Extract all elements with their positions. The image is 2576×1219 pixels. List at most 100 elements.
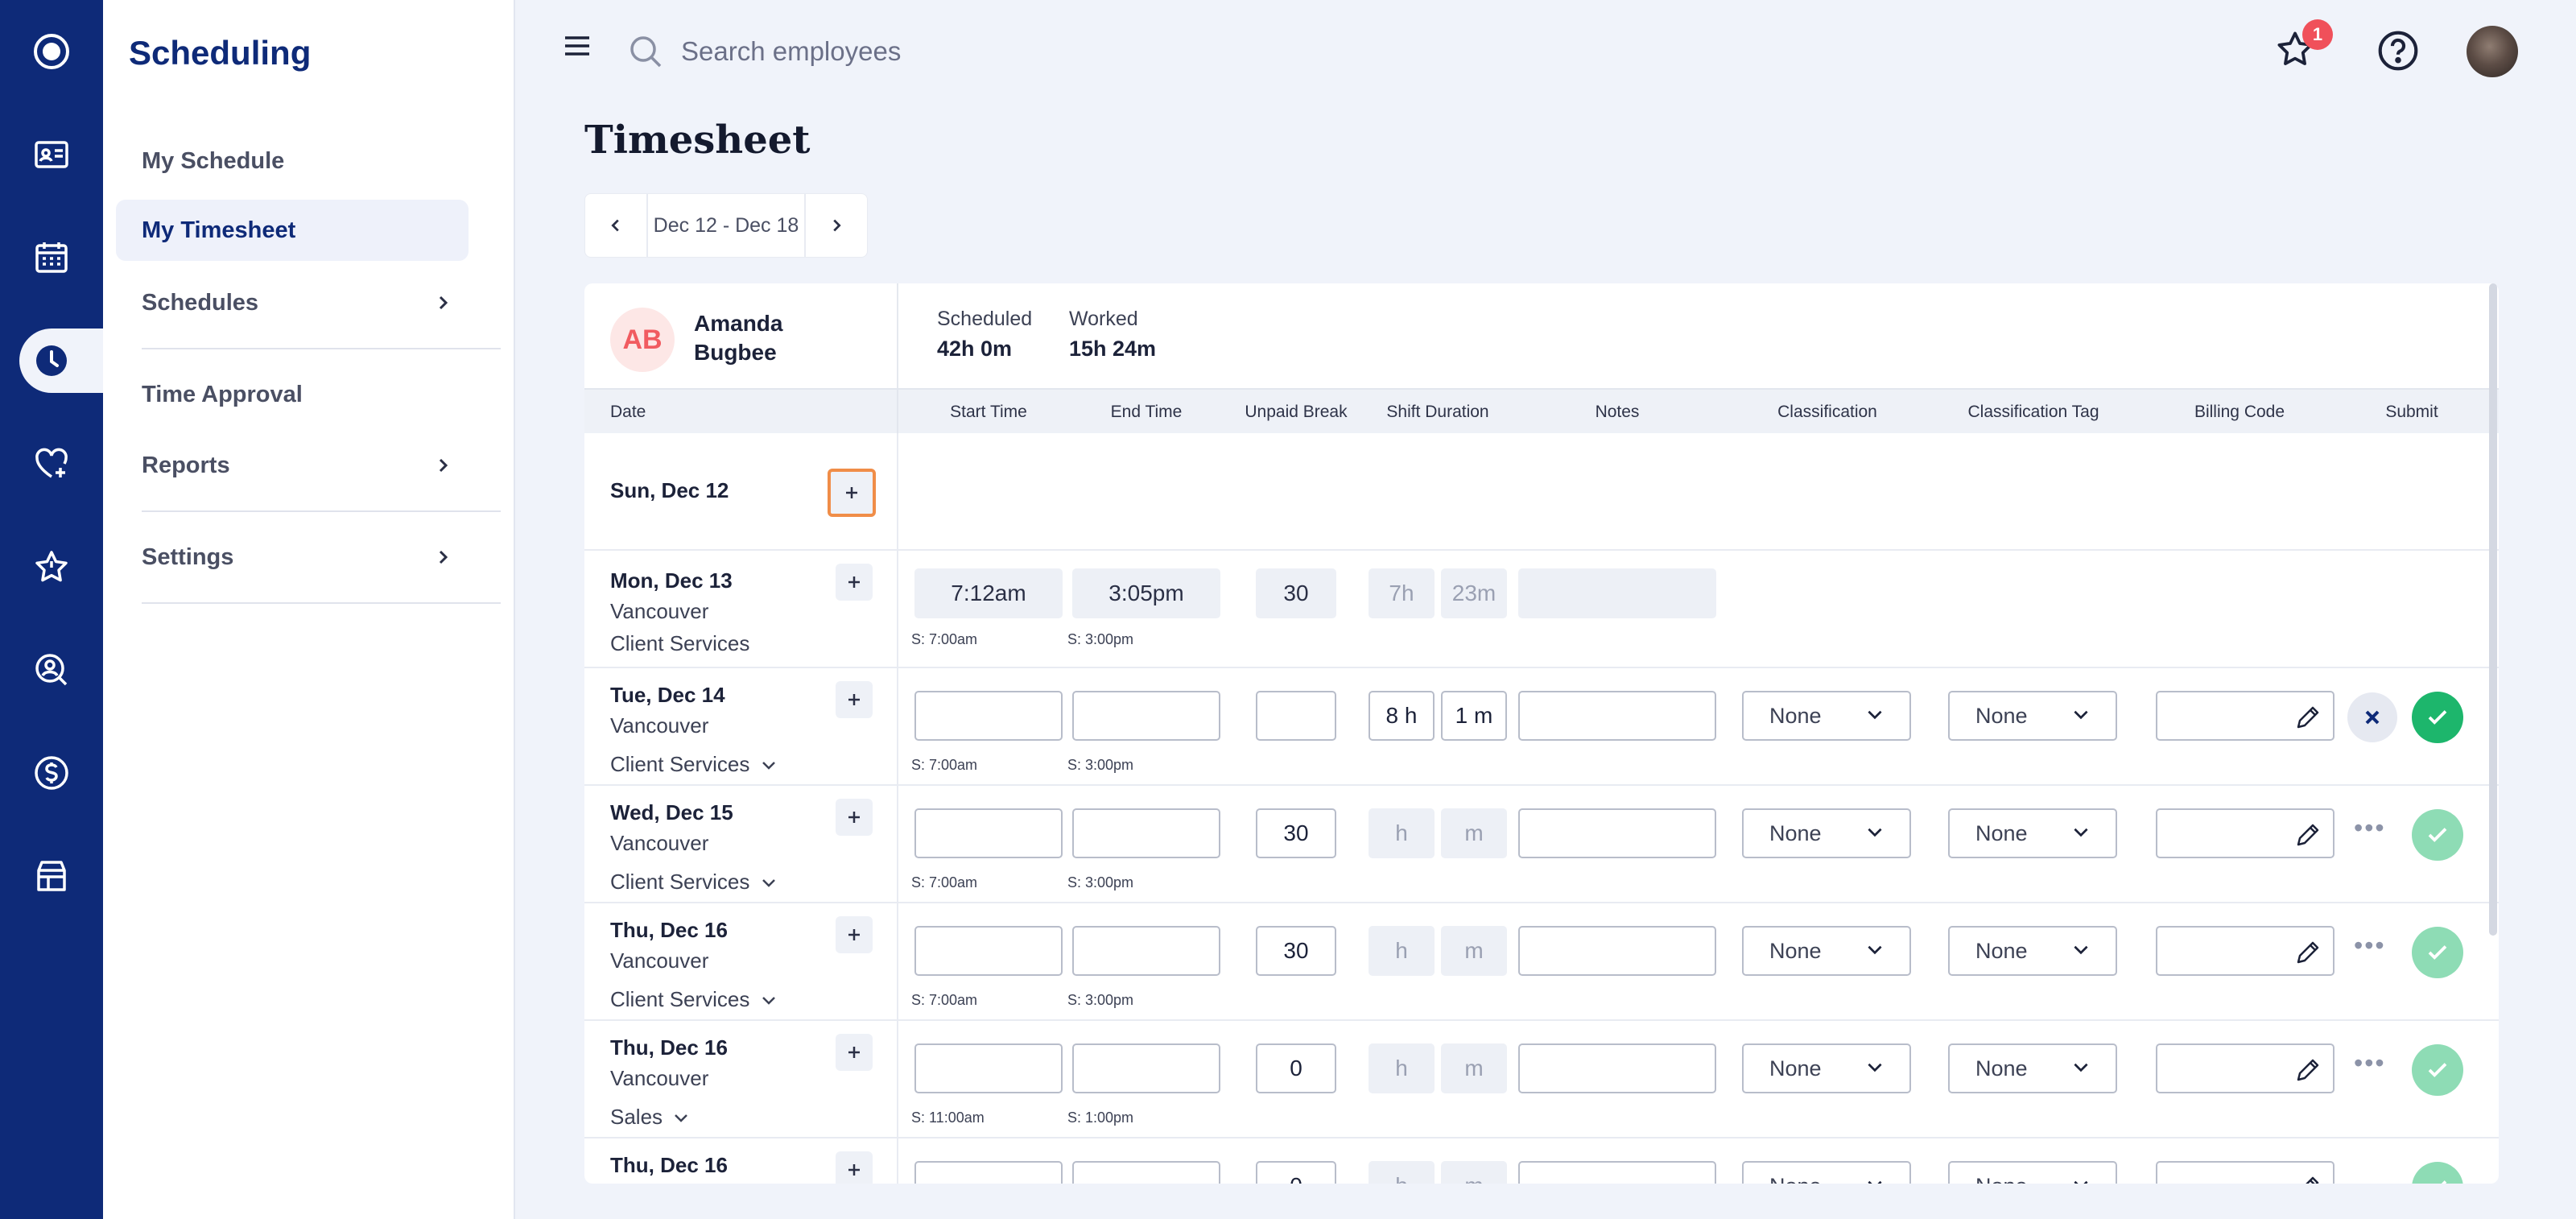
notes-input[interactable] [1518, 1161, 1716, 1184]
nav-item-time-approval[interactable]: Time Approval [116, 364, 469, 425]
more-options-icon[interactable]: ••• [2354, 931, 2386, 961]
heart-plus-icon[interactable] [0, 432, 103, 496]
classification-select[interactable]: None [1742, 691, 1911, 741]
next-week-button[interactable] [806, 193, 867, 258]
submit-entry-button[interactable] [2412, 1044, 2463, 1096]
calendar-icon[interactable] [0, 225, 103, 290]
menu-icon[interactable] [564, 34, 591, 62]
duration-minutes-input[interactable]: 1 m [1441, 691, 1507, 741]
pencil-icon[interactable] [2294, 1056, 2322, 1084]
more-options-icon[interactable]: ••• [2354, 1048, 2386, 1078]
billing-code-input[interactable] [2156, 1043, 2334, 1093]
chevron-down-icon [1868, 1063, 1882, 1072]
store-icon[interactable] [0, 844, 103, 908]
classification-tag-select[interactable]: None [1948, 1043, 2117, 1093]
nav-item-label: Time Approval [142, 381, 303, 407]
end-time-input[interactable] [1072, 808, 1220, 858]
unpaid-break-input[interactable]: 30 [1256, 926, 1336, 976]
row-department-toggle[interactable]: Sales [610, 1105, 689, 1130]
duration-hours-input[interactable]: 8 h [1368, 691, 1435, 741]
add-shift-button[interactable] [836, 681, 873, 718]
end-time-input[interactable] [1072, 926, 1220, 976]
notes-input[interactable] [1518, 926, 1716, 976]
add-shift-button[interactable] [836, 564, 873, 601]
end-time-input[interactable] [1072, 1161, 1220, 1184]
nav-item-my-timesheet[interactable]: My Timesheet [116, 200, 469, 261]
help-icon[interactable] [2376, 29, 2420, 76]
pencil-icon[interactable] [2294, 939, 2322, 966]
chevron-down-icon [2074, 710, 2088, 720]
col-end-time: End Time [1110, 403, 1183, 421]
add-shift-button[interactable] [836, 1151, 873, 1184]
classification-select[interactable]: None [1742, 808, 1911, 858]
unpaid-break-input[interactable] [1256, 691, 1336, 741]
nav-item-my-schedule[interactable]: My Schedule [116, 130, 469, 192]
row-date: Tue, Dec 14 [610, 683, 725, 707]
dollar-icon[interactable] [0, 741, 103, 805]
submit-entry-button[interactable] [2412, 1162, 2463, 1184]
more-options-icon[interactable]: ••• [2354, 813, 2386, 843]
notes-input[interactable] [1518, 1043, 1716, 1093]
plus-icon [848, 929, 860, 940]
date-range-label[interactable]: Dec 12 - Dec 18 [646, 193, 806, 258]
chevron-down-icon [762, 879, 775, 887]
classification-select[interactable]: None [1742, 926, 1911, 976]
date-range-picker: Dec 12 - Dec 18 [584, 193, 868, 258]
add-shift-button[interactable] [828, 469, 876, 517]
cancel-entry-button[interactable] [2347, 692, 2397, 742]
icon-rail [0, 0, 103, 1219]
start-time-input[interactable] [914, 808, 1063, 858]
row-department-toggle[interactable]: Client Services [610, 987, 777, 1012]
submit-entry-button[interactable] [2412, 927, 2463, 978]
pencil-icon[interactable] [2294, 1174, 2322, 1184]
classification-select[interactable]: None [1742, 1161, 1911, 1184]
add-shift-button[interactable] [836, 1034, 873, 1071]
unpaid-break-input[interactable]: 30 [1256, 808, 1336, 858]
submit-entry-button[interactable] [2412, 692, 2463, 743]
add-shift-button[interactable] [836, 916, 873, 953]
unpaid-break-input[interactable]: 0 [1256, 1043, 1336, 1093]
nav-item-label: My Schedule [142, 147, 285, 174]
start-time-input[interactable] [914, 691, 1063, 741]
user-avatar[interactable] [2467, 26, 2518, 77]
end-time-input[interactable] [1072, 1043, 1220, 1093]
star-icon[interactable] [0, 535, 103, 599]
search-person-icon[interactable] [0, 638, 103, 702]
nav-item-schedules[interactable]: Schedules [116, 272, 469, 333]
scheduled-end-hint: S: 3:00pm [1067, 874, 1134, 890]
billing-code-input[interactable] [2156, 926, 2334, 976]
start-time-input[interactable] [914, 1043, 1063, 1093]
chevron-down-icon [1868, 710, 1882, 720]
start-time-input[interactable] [914, 926, 1063, 976]
notes-input[interactable] [1518, 691, 1716, 741]
table-scrollbar[interactable] [2489, 283, 2497, 936]
duration-hours: h [1368, 1043, 1435, 1093]
billing-code-input[interactable] [2156, 691, 2334, 741]
billing-code-input[interactable] [2156, 808, 2334, 858]
classification-tag-select[interactable]: None [1948, 926, 2117, 976]
row-department-toggle[interactable]: Client Services [610, 870, 777, 895]
classification-select[interactable]: None [1742, 1043, 1911, 1093]
search-icon [628, 34, 663, 73]
billing-code-input[interactable] [2156, 1161, 2334, 1184]
logo-icon[interactable] [0, 19, 103, 84]
chevron-down-icon [1868, 1180, 1882, 1184]
id-card-icon[interactable] [0, 122, 103, 187]
unpaid-break-input[interactable]: 0 [1256, 1161, 1336, 1184]
prev-week-button[interactable] [585, 193, 646, 258]
pencil-icon[interactable] [2294, 821, 2322, 849]
classification-tag-select[interactable]: None [1948, 1161, 2117, 1184]
row-department-toggle[interactable]: Client Services [610, 752, 777, 777]
search-input[interactable] [681, 27, 1245, 76]
nav-item-settings[interactable]: Settings [116, 527, 469, 588]
add-shift-button[interactable] [836, 799, 873, 836]
end-time-input[interactable] [1072, 691, 1220, 741]
clock-icon[interactable] [19, 329, 103, 393]
classification-tag-select[interactable]: None [1948, 808, 2117, 858]
start-time-input[interactable] [914, 1161, 1063, 1184]
pencil-icon[interactable] [2294, 704, 2322, 731]
submit-entry-button[interactable] [2412, 809, 2463, 861]
nav-item-reports[interactable]: Reports [116, 435, 469, 496]
classification-tag-select[interactable]: None [1948, 691, 2117, 741]
notes-input[interactable] [1518, 808, 1716, 858]
